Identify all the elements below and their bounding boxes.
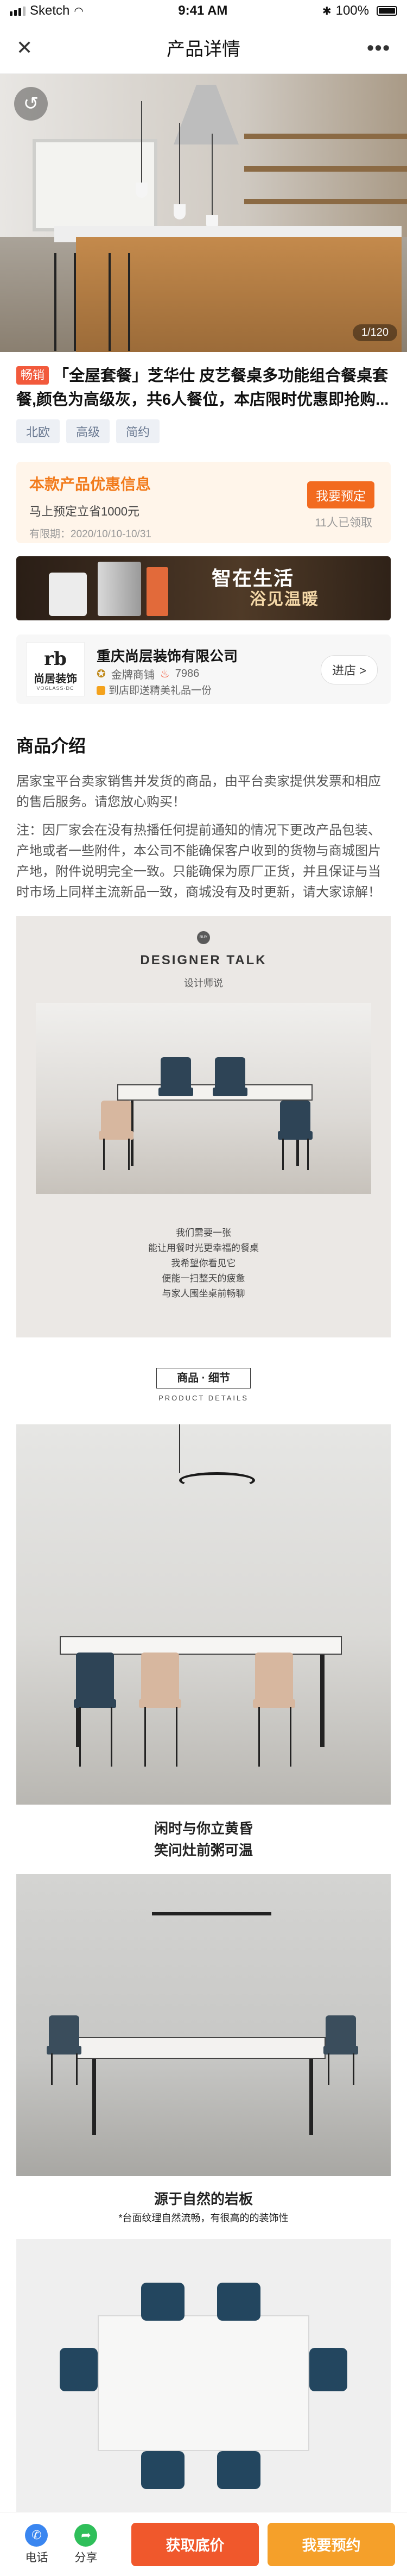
phone-label: 电话 — [25, 2551, 48, 2564]
nav-bar: ✕ 产品详情 ••• — [0, 22, 407, 74]
more-icon[interactable]: ••• — [358, 36, 391, 59]
page-title: 产品详情 — [167, 39, 240, 60]
buy-badge: BUY — [197, 931, 210, 944]
status-bar: Sketch ◠ 9:41 AM ✱ 100% — [0, 0, 407, 22]
store-card: rb 尚居装饰 VOGLASS·DC 重庆尚层装饰有限公司 ✪ 金牌商铺 ♨ 7… — [16, 634, 391, 704]
designer-subtitle: 设计师说 — [184, 978, 223, 989]
bottom-bar: ✆ 电话 ➦ 分享 获取底价 我要预约 — [0, 2512, 407, 2576]
pendant-lamp — [152, 1912, 271, 1915]
dining-image-1 — [16, 1424, 391, 1805]
banner-line2: 浴见温暖 — [250, 590, 319, 608]
chip[interactable]: 高级 — [66, 419, 110, 443]
caption-1-line2: 笑问灶前粥可温 — [154, 1842, 253, 1858]
marble-tabletop — [98, 2315, 309, 2451]
battery-icon — [377, 6, 397, 16]
ad-banner[interactable]: 智在生活 浴见温暖 — [16, 556, 391, 620]
close-icon[interactable]: ✕ — [16, 36, 49, 59]
wifi-icon: ◠ — [74, 5, 84, 17]
battery-percent: 100% — [335, 3, 369, 18]
signal-icon — [10, 6, 26, 16]
style-chips: 北欧 高级 简约 — [0, 412, 407, 443]
designer-quote: 我们需要一张 能让用餐时光更幸福的餐桌 我希望你看见它 便能一扫整天的疲惫 与家… — [148, 1228, 259, 1299]
book-button[interactable]: 我要预约 — [267, 2522, 395, 2566]
store-logo-text: 尚居装饰 — [34, 673, 77, 685]
reserve-button[interactable]: 我要预定 — [307, 481, 374, 508]
details-en: PRODUCT DETAILS — [158, 1394, 249, 1402]
share-icon: ➦ — [74, 2523, 98, 2547]
hot-tag: 畅销 — [16, 366, 49, 385]
store-gift: 到店即送精美礼品一份 — [109, 685, 212, 696]
product-title-text: 「全屋套餐」芝华仕 皮艺餐桌多功能组合餐桌套餐,颜色为高级灰，共6人餐位，本店限… — [16, 367, 389, 409]
store-logo-en: VOGLASS·DC — [36, 685, 74, 691]
share-button[interactable]: ➦ 分享 — [61, 2523, 111, 2565]
intro-note: 注：因厂家会在没有热播任何提前通知的情况下更改产品包装、产地或者一些附件，本公司… — [16, 823, 381, 900]
gift-icon — [97, 686, 105, 695]
chip[interactable]: 简约 — [116, 419, 160, 443]
intro-paragraph: 居家宝平台卖家销售并发货的商品，由平台卖家提供发票和相应的售后服务。请您放心购买… — [16, 774, 381, 809]
share-label: 分享 — [74, 2551, 98, 2564]
caption-2-line1: 源于自然的岩板 — [154, 2191, 253, 2207]
hero-image[interactable]: ↺ 1/120 — [0, 74, 407, 352]
bluetooth-icon: ✱ — [322, 5, 332, 17]
product-title: 畅销 「全屋套餐」芝华仕 皮艺餐桌多功能组合餐桌套餐,颜色为高级灰，共6人餐位，本… — [0, 352, 407, 412]
chip[interactable]: 北欧 — [16, 419, 60, 443]
intro-title: 商品介绍 — [16, 736, 86, 756]
status-time: 9:41 AM — [178, 3, 228, 18]
details-title: 商品 · 细节 — [156, 1368, 251, 1388]
dining-photo — [36, 1003, 371, 1194]
caption-2-line2: *台面纹理自然流畅，有很高的的装饰性 — [118, 2213, 289, 2223]
store-name: 重庆尚层装饰有限公司 — [97, 648, 238, 664]
enter-store-button[interactable]: 进店 > — [321, 655, 378, 684]
back-arrow-icon[interactable]: ↺ — [14, 87, 48, 121]
designer-title: DESIGNER TALK — [140, 953, 267, 967]
phone-icon: ✆ — [25, 2523, 48, 2547]
dining-image-2 — [16, 1874, 391, 2176]
caption-1-line1: 闲时与你立黄昏 — [154, 1820, 253, 1837]
store-hot: 7986 — [175, 668, 200, 680]
medal-icon: ✪ — [97, 668, 106, 680]
store-level: 金牌商铺 — [111, 669, 155, 681]
phone-button[interactable]: ✆ 电话 — [12, 2523, 61, 2565]
carrier-label: Sketch — [30, 3, 70, 18]
details-header: 商品 · 细节 PRODUCT DETAILS — [16, 1337, 391, 1424]
claimed-count: 11人已领取 — [315, 517, 372, 529]
get-price-button[interactable]: 获取底价 — [131, 2522, 259, 2566]
pendant-lamp — [179, 1472, 255, 1488]
designer-talk-image: BUY DESIGNER TALK 设计师说 我们需要一张 能让用餐时光更幸福的… — [16, 916, 391, 1337]
store-logo: rb 尚居装饰 VOGLASS·DC — [26, 642, 85, 696]
image-counter: 1/120 — [352, 324, 397, 341]
fire-icon: ♨ — [160, 668, 170, 680]
promo-card: 本款产品优惠信息 马上预定立省1000元 有限期：2020/10/10-10/3… — [16, 462, 391, 543]
